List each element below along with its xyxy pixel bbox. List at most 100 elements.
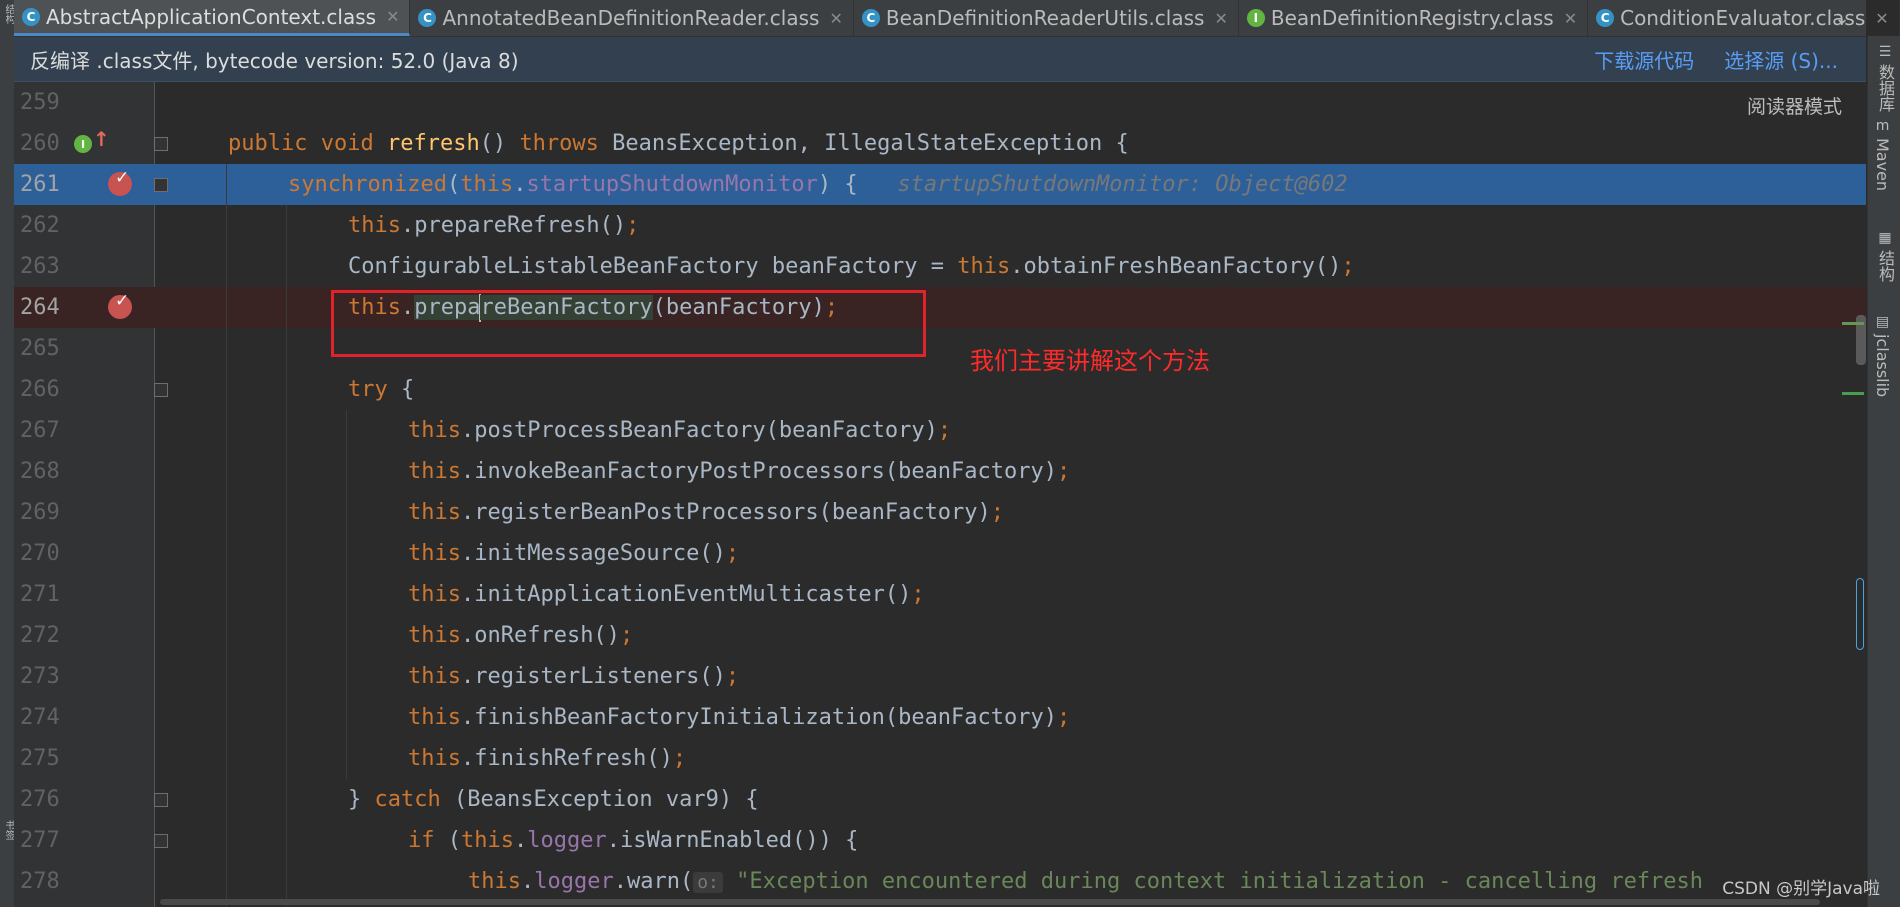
reader-mode-toggle[interactable]: 阅读器模式: [1747, 92, 1842, 119]
tool-window-database[interactable]: ☰ 数据库: [1873, 44, 1897, 112]
tab-bean-definition-registry[interactable]: I BeanDefinitionRegistry.class ✕: [1239, 0, 1589, 36]
annotation-highlight-box: [331, 290, 926, 357]
breakpoint-line: 264 ✓ this.prepareBeanFactory(beanFactor…: [14, 287, 1866, 328]
code-text: this.registerBeanPostProcessors(beanFact…: [408, 500, 1005, 525]
fold-icon[interactable]: [154, 793, 168, 807]
override-arrow-icon[interactable]: ↑: [93, 127, 110, 151]
tool-window-jclasslib[interactable]: ▤ jclasslib: [1873, 314, 1892, 397]
tool-window-maven[interactable]: m Maven: [1873, 118, 1892, 191]
fold-icon[interactable]: [154, 137, 168, 151]
annotation-note: 我们主要讲解这个方法: [970, 347, 1210, 375]
class-file-icon: C: [418, 9, 437, 27]
code-text: ConfigurableListableBeanFactory beanFact…: [348, 254, 1355, 279]
tool-window-label: 数据库: [1876, 64, 1895, 112]
code-editor[interactable]: 259 260 I ↑ public void refresh() throws…: [14, 82, 1866, 907]
line-number: 267: [20, 418, 60, 443]
code-line: 268 this.invokeBeanFactoryPostProcessors…: [14, 451, 1866, 492]
line-number: 272: [20, 623, 60, 648]
tab-label: BeanDefinitionReaderUtils.class: [885, 6, 1205, 30]
interface-file-icon: I: [1246, 9, 1265, 27]
line-number: 277: [20, 828, 60, 853]
breakpoint-icon[interactable]: ✓: [108, 291, 132, 319]
tool-window-label: Maven: [1873, 138, 1892, 192]
line-number: 273: [20, 664, 60, 689]
class-file-icon: C: [861, 9, 880, 27]
code-line: 269 this.registerBeanPostProcessors(bean…: [14, 492, 1866, 533]
execution-point-line: 261 ✓ synchronized(this.startupShutdownM…: [14, 164, 1866, 205]
jclasslib-icon: ▤: [1875, 314, 1890, 330]
tab-label: AbstractApplicationContext.class: [46, 4, 377, 29]
line-number: 275: [20, 746, 60, 771]
code-text: try {: [348, 377, 415, 402]
line-number: 260: [20, 131, 60, 156]
code-line: 262 this.prepareRefresh();: [14, 205, 1866, 246]
code-text: this.initMessageSource();: [408, 541, 740, 566]
class-file-icon: C: [1596, 9, 1615, 27]
code-line: 278 this.logger.warn(o: "Exception encou…: [14, 861, 1866, 902]
line-number: 265: [20, 336, 60, 361]
line-number: 264: [20, 295, 60, 320]
indent-guide: [346, 410, 347, 779]
implements-marker-icon[interactable]: I: [74, 135, 92, 153]
code-line: 275 this.finishRefresh();: [14, 738, 1866, 779]
fold-icon[interactable]: [154, 383, 168, 397]
choose-sources-link[interactable]: 选择源 (S)...: [1724, 45, 1838, 74]
code-line: 274 this.finishBeanFactoryInitialization…: [14, 697, 1866, 738]
line-number: 271: [20, 582, 60, 607]
indent-guide: [286, 205, 287, 907]
line-number: 276: [20, 787, 60, 812]
line-number: 263: [20, 254, 60, 279]
class-file-icon: C: [22, 7, 40, 26]
fold-icon[interactable]: [154, 178, 168, 192]
code-line: 272 this.onRefresh();: [14, 615, 1866, 656]
close-icon[interactable]: ✕: [1875, 9, 1888, 28]
code-text: this.finishRefresh();: [408, 746, 687, 771]
code-text: this.postProcessBeanFactory(beanFactory)…: [408, 418, 952, 443]
breakpoint-icon[interactable]: ✓: [108, 168, 132, 196]
code-line: 263 ConfigurableListableBeanFactory bean…: [14, 246, 1866, 287]
line-number: 262: [20, 213, 60, 238]
indent-guide: [226, 164, 227, 907]
database-icon: ☰: [1878, 44, 1892, 60]
code-line: 271 this.initApplicationEventMulticaster…: [14, 574, 1866, 615]
code-line: 277 if (this.logger.isWarnEnabled()) {: [14, 820, 1866, 861]
tool-window-label: jclasslib: [1873, 334, 1892, 398]
code-line: 270 this.initMessageSource();: [14, 533, 1866, 574]
structure-icon: ▦: [1878, 230, 1892, 246]
horizontal-scrollbar[interactable]: [160, 899, 1820, 905]
fold-icon[interactable]: [154, 834, 168, 848]
code-line: 265: [14, 328, 1866, 369]
code-text: this.registerListeners();: [408, 664, 740, 689]
change-marker: [1842, 322, 1864, 325]
tab-bean-definition-reader-utils[interactable]: C BeanDefinitionReaderUtils.class ✕: [854, 0, 1239, 36]
code-text: if (this.logger.isWarnEnabled()) {: [408, 828, 859, 853]
code-line: 260 I ↑ public void refresh() throws Bea…: [14, 123, 1866, 164]
close-icon[interactable]: ✕: [1564, 9, 1577, 28]
change-marker: [1842, 392, 1864, 395]
watermark: CSDN @别学Java啦: [1722, 879, 1880, 899]
close-icon[interactable]: ✕: [386, 7, 399, 26]
tab-annotated-bean-definition-reader[interactable]: C AnnotatedBeanDefinitionReader.class ✕: [410, 0, 854, 36]
tool-window-structure[interactable]: ▦ 结构: [1873, 230, 1897, 282]
code-line: 266 try {: [14, 369, 1866, 410]
code-text: } catch (BeansException var9) {: [348, 787, 759, 812]
line-number: 259: [20, 90, 60, 115]
code-line: 276 } catch (BeansException var9) {: [14, 779, 1866, 820]
code-text: public void refresh() throws BeansExcept…: [228, 131, 1129, 156]
chevron-down-icon[interactable]: ⌄: [1824, 0, 1860, 36]
line-number: 268: [20, 459, 60, 484]
scroll-thumb[interactable]: [1856, 578, 1864, 650]
editor-tab-bar: C AbstractApplicationContext.class ✕ C A…: [14, 0, 1900, 37]
left-tool-strip: 结构 书签: [0, 0, 15, 907]
close-icon[interactable]: ✕: [829, 9, 842, 28]
line-number: 274: [20, 705, 60, 730]
debug-inline-value: startupShutdownMonitor: Object@602: [857, 172, 1348, 197]
code-line: 267 this.postProcessBeanFactory(beanFact…: [14, 410, 1866, 451]
tab-abstract-application-context[interactable]: C AbstractApplicationContext.class ✕: [14, 0, 411, 36]
code-text: this.onRefresh();: [408, 623, 634, 648]
download-sources-link[interactable]: 下载源代码: [1594, 45, 1694, 74]
code-text: this.initApplicationEventMulticaster();: [408, 582, 925, 607]
close-icon[interactable]: ✕: [1214, 9, 1227, 28]
code-text: this.logger.warn(o: "Exception encounter…: [468, 869, 1704, 894]
line-number: 278: [20, 869, 60, 894]
